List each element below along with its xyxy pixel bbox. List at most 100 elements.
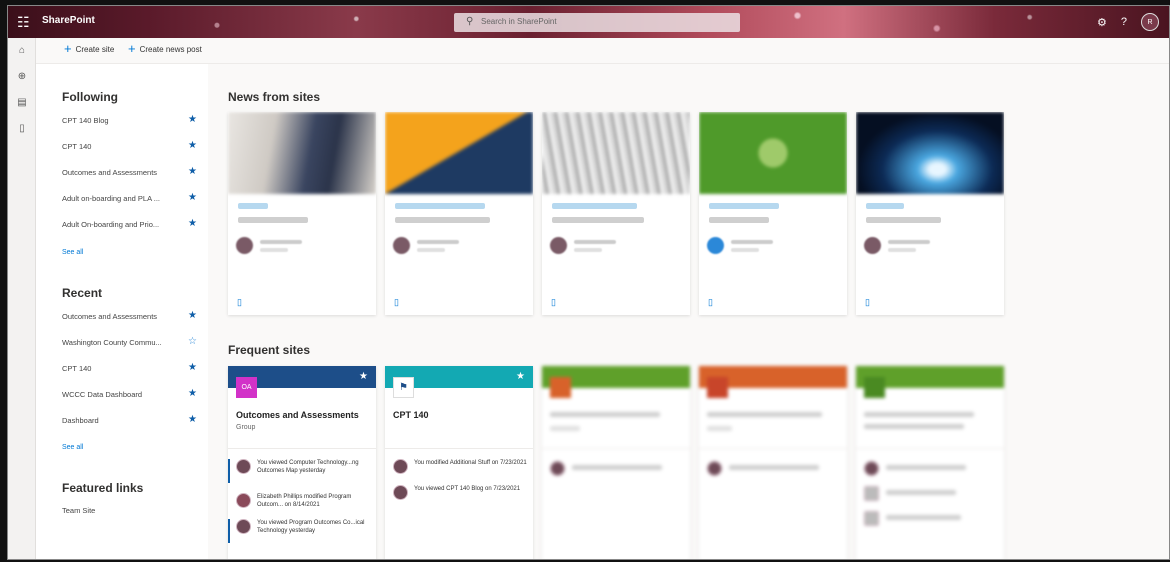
search-icon: ⚲ (466, 16, 474, 27)
following-item-label: Outcomes and Assessments (62, 168, 158, 177)
news-thumbnail (228, 112, 376, 194)
site-type: Group (236, 424, 256, 431)
site-logo (864, 377, 885, 398)
news-title-placeholder (395, 217, 490, 223)
app-launcher-icon[interactable]: ☷ (17, 14, 33, 30)
site-card[interactable]: ★ ⚑ CPT 140 You modified Additional Stuf… (385, 366, 533, 559)
star-icon[interactable]: ★ (188, 362, 197, 373)
bookmark-icon[interactable]: ▯ (237, 297, 242, 308)
news-icon[interactable]: ▤ (8, 90, 36, 116)
file-icon[interactable]: ▯ (8, 116, 36, 142)
activity-text: You modified Additional Stuff on 7/23/20… (414, 460, 527, 466)
create-news-post-label: Create news post (139, 44, 202, 54)
news-title-placeholder (866, 217, 941, 223)
site-card[interactable]: ★ OA Outcomes and Assessments Group You … (228, 366, 376, 559)
bookmark-icon[interactable]: ▯ (708, 297, 713, 308)
star-icon[interactable]: ★ (188, 388, 197, 399)
frequent-sites-title: Frequent sites (228, 343, 311, 357)
recent-item[interactable]: Washington County Commu... ☆ (62, 336, 197, 347)
divider (385, 448, 533, 449)
news-thumbnail (385, 112, 533, 194)
activity-item[interactable] (864, 461, 999, 476)
site-card[interactable] (542, 366, 690, 559)
news-card[interactable]: ▯ (542, 112, 690, 315)
site-name[interactable]: CPT 140 (393, 410, 429, 420)
star-icon[interactable]: ★ (188, 310, 197, 321)
bookmark-icon[interactable]: ▯ (551, 297, 556, 308)
activity-item[interactable] (864, 486, 999, 501)
avatar (236, 519, 251, 534)
news-card[interactable]: ▯ (385, 112, 533, 315)
activity-text: You viewed Program Outcomes Co...ical Te… (257, 520, 365, 534)
star-icon[interactable]: ★ (516, 371, 525, 382)
activity-item[interactable] (707, 461, 842, 476)
news-site-placeholder (709, 203, 779, 209)
author-avatar (550, 237, 567, 254)
news-card[interactable]: ▯ (699, 112, 847, 315)
following-item[interactable]: CPT 140 Blog ★ (62, 114, 197, 125)
following-item[interactable]: Adult on-boarding and PLA ... ★ (62, 192, 197, 203)
help-icon[interactable]: ? (1121, 16, 1127, 28)
news-author (550, 237, 682, 254)
avatar (707, 461, 722, 476)
recent-see-all-link[interactable]: See all (62, 444, 83, 451)
activity-item[interactable]: You viewed Computer Technology...ng Outc… (228, 459, 371, 483)
news-author (864, 237, 996, 254)
following-item[interactable]: Outcomes and Assessments ★ (62, 166, 197, 177)
recent-heading: Recent (62, 286, 103, 300)
following-item[interactable]: Adult On-boarding and Prio... ★ (62, 218, 197, 229)
create-site-button[interactable]: + Create site (64, 42, 114, 55)
site-logo (707, 377, 728, 398)
command-bar: + Create site + Create news post (36, 38, 1169, 64)
star-icon[interactable]: ★ (188, 414, 197, 425)
activity-text: You viewed Computer Technology...ng Outc… (257, 460, 359, 474)
star-icon[interactable]: ★ (188, 218, 197, 229)
activity-item[interactable] (864, 511, 999, 526)
recent-item[interactable]: Dashboard ★ (62, 414, 197, 425)
recent-item-label: WCCC Data Dashboard (62, 390, 143, 399)
activity-item[interactable]: You modified Additional Stuff on 7/23/20… (393, 459, 528, 474)
divider (856, 448, 1004, 449)
activity-item[interactable] (550, 461, 685, 476)
create-news-post-button[interactable]: + Create news post (128, 41, 202, 56)
divider (542, 448, 690, 449)
following-see-all-link[interactable]: See all (62, 249, 83, 256)
star-icon[interactable]: ★ (188, 192, 197, 203)
home-icon[interactable]: ⌂ (8, 38, 36, 64)
gear-icon[interactable]: ⚙ (1097, 16, 1107, 29)
site-card[interactable] (699, 366, 847, 559)
bookmark-icon[interactable]: ▯ (394, 297, 399, 308)
bookmark-icon[interactable]: ▯ (865, 297, 870, 308)
author-avatar (707, 237, 724, 254)
star-outline-icon[interactable]: ☆ (188, 336, 197, 347)
recent-item[interactable]: CPT 140 ★ (62, 362, 197, 373)
activity-item[interactable]: You viewed Program Outcomes Co...ical Te… (228, 519, 371, 543)
news-card[interactable]: ▯ (856, 112, 1004, 315)
star-icon[interactable]: ★ (188, 140, 197, 151)
star-icon[interactable]: ★ (188, 166, 197, 177)
news-section-title: News from sites (228, 90, 321, 104)
app-name[interactable]: SharePoint (42, 15, 95, 26)
app-rail: ⌂ ⊕ ▤ ▯ (8, 38, 36, 559)
following-item[interactable]: CPT 140 ★ (62, 140, 197, 151)
site-name[interactable]: Outcomes and Assessments (236, 410, 359, 420)
avatar (550, 461, 565, 476)
plus-icon: + (128, 41, 136, 56)
recent-item[interactable]: Outcomes and Assessments ★ (62, 310, 197, 321)
recent-item[interactable]: WCCC Data Dashboard ★ (62, 388, 197, 399)
star-icon[interactable]: ★ (188, 114, 197, 125)
news-site-placeholder (552, 203, 637, 209)
avatar (393, 485, 408, 500)
featured-link[interactable]: Team Site (62, 506, 197, 515)
activity-item[interactable]: Elizabeth Phillips modified Program Outc… (236, 493, 371, 509)
avatar[interactable]: R (1141, 13, 1159, 31)
activity-indicator (228, 459, 230, 483)
star-icon[interactable]: ★ (359, 371, 368, 382)
news-card[interactable]: ▯ (228, 112, 376, 315)
recent-item-label: Outcomes and Assessments (62, 312, 158, 321)
site-logo-icon: ⚑ (393, 377, 414, 398)
globe-icon[interactable]: ⊕ (8, 64, 36, 90)
activity-item[interactable]: You viewed CPT 140 Blog on 7/23/2021 (393, 485, 528, 500)
search-box[interactable]: ⚲ Search in SharePoint (454, 13, 740, 32)
site-card[interactable] (856, 366, 1004, 559)
